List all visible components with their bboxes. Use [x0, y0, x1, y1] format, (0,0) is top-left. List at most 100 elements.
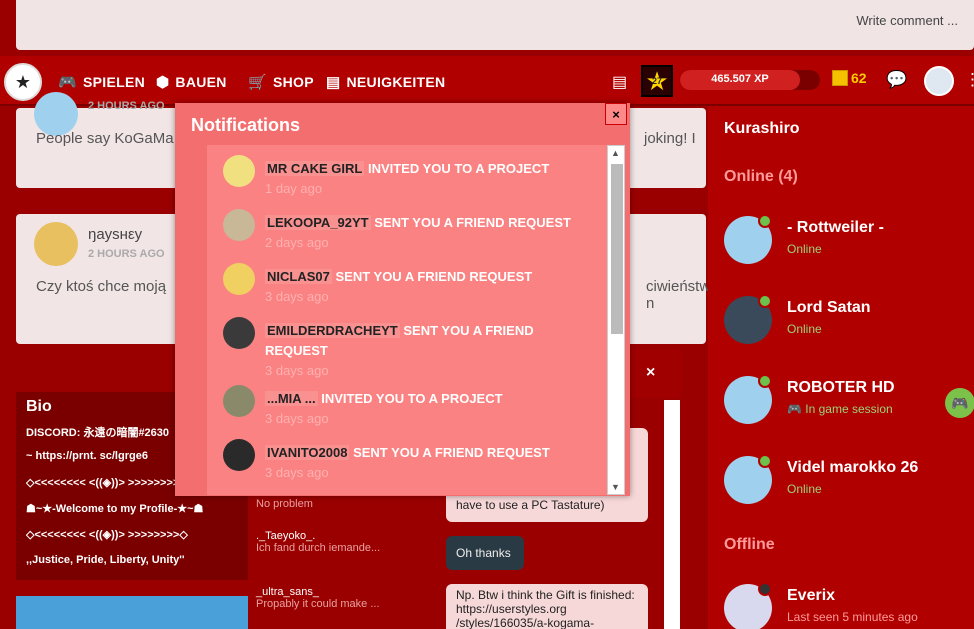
notification-action: INVITED YOU TO A PROJECT [317, 391, 503, 406]
nav-bauen[interactable]: ⬢ BAUEN [156, 73, 227, 91]
chat-icon[interactable]: 💬 [886, 70, 907, 90]
notification-text: EMILDERDRACHEYT SENT YOU A FRIEND REQUES… [265, 321, 595, 361]
notification-time: 3 days ago [265, 363, 329, 378]
friend-status: 🎮 In game session [787, 402, 893, 416]
nav-label: SHOP [272, 74, 314, 90]
bio-line: ,,Justice, Pride, Liberty, Unity'' [26, 554, 185, 566]
notifications-title: Notifications [191, 115, 301, 135]
list-item[interactable]: ._Taeyoko_. Ich fand durch iemande... [256, 530, 426, 586]
close-button[interactable]: × [605, 103, 627, 125]
friend-item[interactable]: Lord Satan Online [724, 294, 974, 356]
profile-banner-image [16, 596, 248, 629]
chevron-up-icon[interactable]: ▲ [611, 148, 620, 158]
notification-user[interactable]: IVANITO2008 [265, 445, 350, 460]
notification-time: 1 day ago [265, 181, 323, 196]
friend-name: ROBOTER HD [787, 379, 895, 396]
notification-time: 3 days ago [265, 411, 329, 426]
write-comment-input[interactable]: Write comment ... [856, 13, 958, 28]
join-game-button[interactable]: 🎮 [945, 388, 974, 418]
document-icon[interactable]: ▤ [612, 72, 627, 92]
notification-user[interactable]: ...MIA ... [265, 391, 318, 406]
friend-item[interactable]: - Rottweiler - Online [724, 214, 974, 276]
notification-text: IVANITO2008 SENT YOU A FRIEND REQUEST [265, 443, 595, 463]
friend-name: - Rottweiler - [787, 219, 884, 236]
notification-user[interactable]: LEKOOPA_92YT [265, 215, 371, 230]
avatar [223, 317, 255, 349]
close-icon[interactable]: × [646, 364, 655, 382]
friend-item[interactable]: Everix Last seen 5 minutes ago [724, 582, 974, 629]
chevron-down-icon[interactable]: ▼ [611, 482, 620, 492]
notification-action: INVITED YOU TO A PROJECT [364, 161, 550, 176]
gold-counter[interactable]: 62 [832, 70, 867, 86]
friend-name: Lord Satan [787, 299, 871, 316]
avatar [223, 439, 255, 471]
nav-spielen[interactable]: 🎮 SPIELEN [58, 73, 145, 91]
cubes-icon: ⬢ [156, 74, 170, 91]
message-preview: No problem [256, 498, 313, 510]
notification-action: SENT YOU A FRIEND REQUEST [331, 269, 533, 284]
notification-time: 2 days ago [265, 235, 329, 250]
notification-text: NICLAS07 SENT YOU A FRIEND REQUEST [265, 267, 595, 287]
friend-item[interactable]: ROBOTER HD 🎮 In game session [724, 374, 974, 436]
friend-name: Videl marokko 26 [787, 459, 919, 476]
message-preview: Ich fand durch iemande... [256, 542, 381, 554]
post-time: 2 HOURS AGO [88, 100, 165, 112]
navbar: ★ 🎮 SPIELEN ⬢ BAUEN 🛒 SHOP ▤ NEUIGKEITEN ▤ ★… [0, 56, 974, 106]
notification-user[interactable]: EMILDERDRACHEYT [265, 323, 400, 338]
online-dot [758, 454, 772, 468]
friend-item[interactable]: Videl marokko 26 Online [724, 454, 974, 516]
friend-status: Online [787, 322, 822, 336]
friend-status: Last seen 5 minutes ago [787, 610, 918, 624]
bio-line: ◇<<<<<<<< <((◈))> >>>>>>>>◇ [26, 529, 188, 541]
list-item[interactable]: _ultra_sans_ Propably it could make ... [256, 586, 426, 629]
nav-label: NEUIGKEITEN [346, 74, 446, 90]
post-text: Czy ktoś chce moją [36, 278, 167, 295]
comment-strip: Write comment ... [16, 0, 974, 50]
gold-cube-icon [832, 70, 848, 86]
offline-header: Offline [724, 536, 775, 553]
gamepad-icon: 🎮 [58, 74, 77, 91]
conversation-list: No problem ._Taeyoko_. Ich fand durch ie… [256, 484, 426, 629]
notification-text: LEKOOPA_92YT SENT YOU A FRIEND REQUEST [265, 213, 595, 233]
chat-bubble: Oh thanks [446, 536, 524, 570]
avatar[interactable] [34, 222, 78, 266]
avatar[interactable] [924, 66, 954, 96]
chat-text: Oh thanks [456, 546, 511, 560]
chat-scrollbar[interactable] [664, 400, 680, 629]
chat-text: Np. Btw i think the Gift is finished: ht… [456, 588, 635, 629]
notification-time: 3 days ago [265, 465, 329, 480]
xp-bar[interactable]: 465.507 XP [680, 70, 820, 90]
message-preview: Propably it could make ... [256, 598, 380, 610]
post-author[interactable]: ŋaysнεy [88, 226, 142, 243]
nav-neuigkeiten[interactable]: ▤ NEUIGKEITEN [326, 73, 445, 91]
offline-dot [758, 582, 772, 596]
online-dot [758, 294, 772, 308]
notification-user[interactable]: NICLAS07 [265, 269, 332, 284]
online-header: Online (4) [724, 168, 798, 185]
friend-status: Online [787, 242, 822, 256]
avatar [223, 209, 255, 241]
notifications-scrollbar[interactable]: ▲ ▼ [607, 145, 625, 495]
notification-text: ...MIA ... INVITED YOU TO A PROJECT [265, 389, 595, 409]
xp-text: 465.507 XP [711, 73, 769, 85]
post-text: People say KoGaMa [36, 130, 174, 147]
message-user: _ultra_sans_ [256, 586, 319, 598]
nav-label: BAUEN [175, 74, 227, 90]
notification-action: SENT YOU A FRIEND REQUEST [349, 445, 550, 460]
post-text-right: joking! I [644, 130, 696, 147]
kogama-logo[interactable]: ★ [4, 63, 42, 101]
level-badge[interactable]: ★ 27 [641, 65, 673, 97]
sidebar-username[interactable]: Kurashiro [724, 120, 800, 138]
gold-amount: 62 [851, 70, 867, 86]
notification-user[interactable]: MR CAKE GIRL [265, 161, 365, 176]
notification-action: SENT YOU A FRIEND REQUEST [370, 215, 571, 230]
scrollbar-thumb[interactable] [611, 164, 623, 334]
cart-icon: 🛒 [248, 74, 267, 91]
avatar [223, 263, 255, 295]
notification-time: 3 days ago [265, 289, 329, 304]
friend-status: Online [787, 482, 822, 496]
avatar [223, 385, 255, 417]
menu-icon[interactable]: ⋮ [964, 70, 974, 90]
nav-shop[interactable]: 🛒 SHOP [248, 73, 314, 91]
online-dot [758, 214, 772, 228]
